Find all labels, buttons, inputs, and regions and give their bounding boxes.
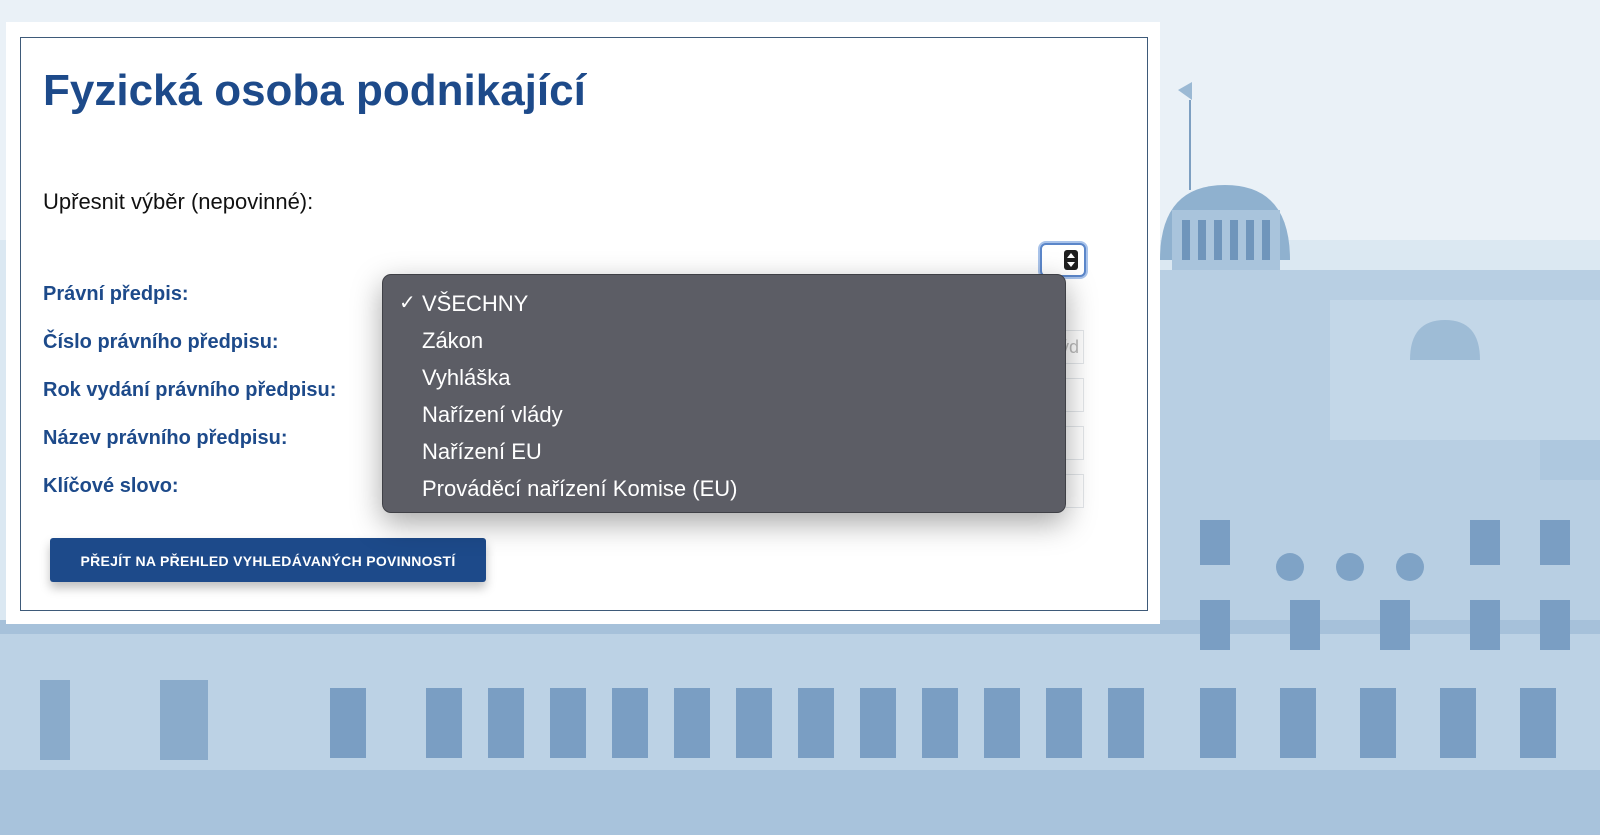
- dropdown-option-label: Prováděcí nařízení Komise (EU): [422, 476, 738, 501]
- dropdown-option-all[interactable]: ✓ VŠECHNY: [383, 285, 1065, 322]
- page-title: Fyzická osoba podnikající: [43, 66, 586, 115]
- dropdown-option-label: VŠECHNY: [422, 291, 529, 316]
- label-law-year: Rok vydání právního předpisu:: [43, 379, 337, 401]
- dropdown-option-label: Nařízení EU: [422, 439, 542, 464]
- dropdown-option-narizeni-eu[interactable]: Nařízení EU: [383, 433, 1065, 470]
- label-keyword: Klíčové slovo:: [43, 475, 179, 497]
- dropdown-option-label: Nařízení vlády: [422, 402, 563, 427]
- checkmark-icon: ✓: [399, 292, 416, 314]
- law-type-dropdown-menu: ✓ VŠECHNY Zákon Vyhláška Nařízení vlády …: [382, 274, 1066, 513]
- label-law: Právní předpis:: [43, 283, 189, 305]
- select-updown-icon: [1064, 250, 1078, 270]
- go-to-obligations-button[interactable]: PŘEJÍT NA PŘEHLED VYHLEDÁVANÝCH POVINNOS…: [50, 538, 486, 582]
- label-law-number: Číslo právního předpisu:: [43, 331, 279, 353]
- law-type-select[interactable]: [1040, 243, 1086, 277]
- filter-subtitle: Upřesnit výběr (nepovinné):: [43, 189, 314, 214]
- dropdown-option-narizeni-vlady[interactable]: Nařízení vlády: [383, 396, 1065, 433]
- dropdown-option-label: Zákon: [422, 328, 484, 353]
- dropdown-option-provadeci-narizeni[interactable]: Prováděcí nařízení Komise (EU): [383, 470, 1065, 507]
- dropdown-option-label: Vyhláška: [422, 365, 511, 390]
- dropdown-option-zakon[interactable]: Zákon: [383, 322, 1065, 359]
- label-law-name: Název právního předpisu:: [43, 427, 288, 449]
- dropdown-option-vyhlaska[interactable]: Vyhláška: [383, 359, 1065, 396]
